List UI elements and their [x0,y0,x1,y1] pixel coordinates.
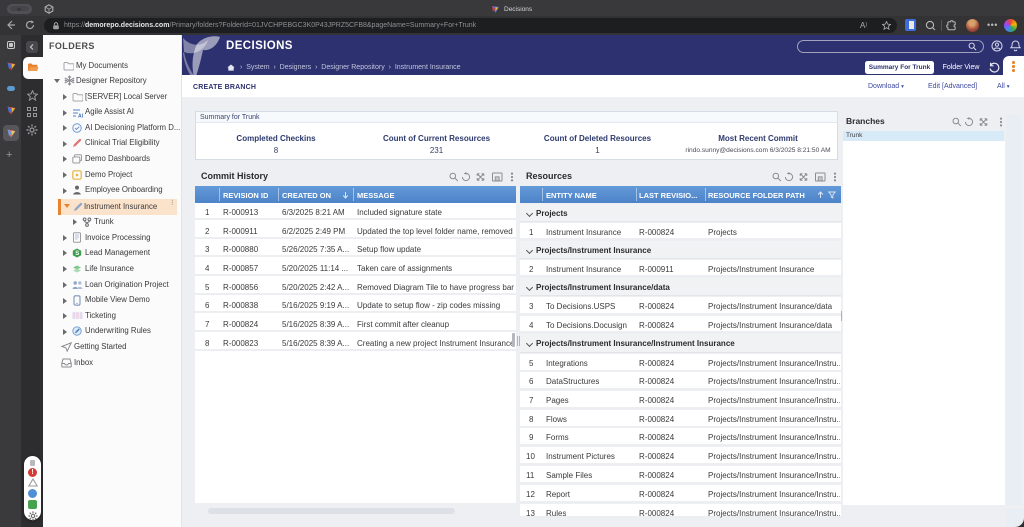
svg-text:S: S [75,251,79,257]
svg-text:AI: AI [78,113,83,118]
